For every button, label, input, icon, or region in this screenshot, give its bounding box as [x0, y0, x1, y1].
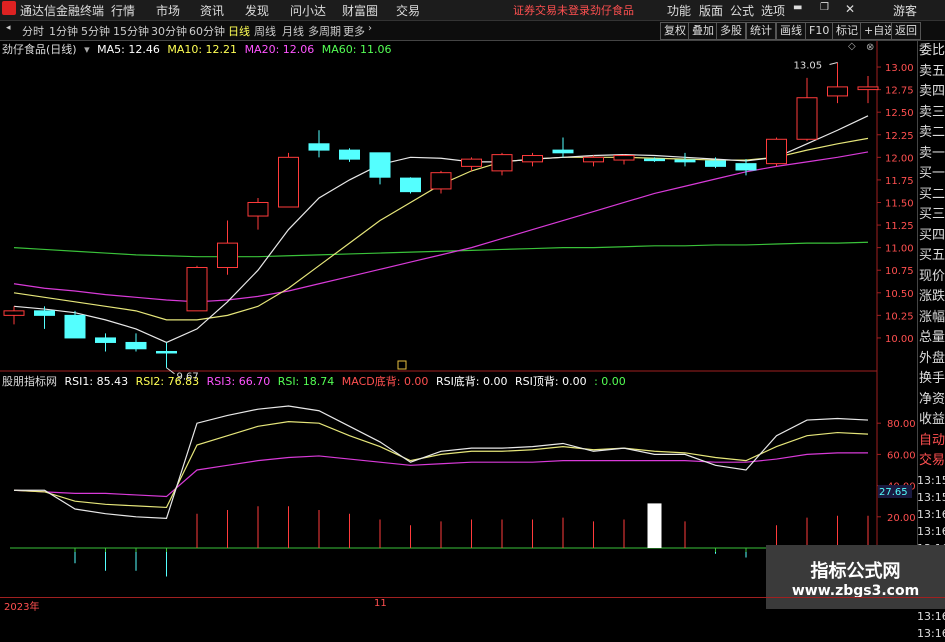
time-item: 13:15 — [917, 473, 945, 487]
candle-body-up — [522, 155, 543, 163]
price-tick-label: 12.50 — [885, 108, 914, 119]
candle-body-down — [64, 314, 86, 339]
side-item-18[interactable]: 收益 — [918, 410, 945, 431]
side-item-3[interactable]: 卖三 — [918, 103, 945, 124]
candle-body-up — [430, 172, 452, 190]
time-item: 13:15 — [917, 490, 945, 504]
time-item: 13:16 — [917, 524, 945, 538]
histogram-highlight-bar — [647, 503, 662, 548]
candle-body-up — [766, 138, 787, 165]
side-lower-item-0[interactable]: 自动 — [918, 431, 945, 452]
side-item-0[interactable]: 委比 — [918, 41, 945, 62]
price-tick-label: 10.25 — [885, 311, 914, 322]
side-item-16[interactable]: 换手 — [918, 369, 945, 390]
candle-body-down — [674, 159, 696, 163]
rsi-tick-label: 20.00 — [887, 513, 916, 524]
price-tick-label: 11.75 — [885, 176, 914, 187]
side-item-11[interactable]: 现价 — [918, 267, 945, 288]
side-item-5[interactable]: 卖一 — [918, 144, 945, 165]
side-item-14[interactable]: 总量 — [918, 328, 945, 349]
candle-body-up — [3, 310, 25, 316]
rsi-tick-label: 60.00 — [887, 450, 916, 461]
candle-body-up — [583, 156, 604, 163]
rsi-current-value: 27.65 — [879, 487, 908, 498]
candle-body-down — [125, 341, 147, 350]
candle-body-down — [705, 160, 726, 167]
rsi-tick-label: 80.00 — [887, 419, 916, 430]
candle-body-down — [339, 149, 360, 160]
candle-body-up — [857, 86, 879, 91]
bottom-axis: 2023年 11 — [0, 597, 945, 613]
price-tick-label: 12.00 — [885, 153, 914, 164]
rsi3-line — [13, 452, 868, 498]
candle-body-down — [95, 337, 116, 343]
price-tick-label: 10.00 — [885, 334, 914, 345]
ma5-line — [13, 115, 869, 344]
candle-body-down — [644, 158, 665, 162]
side-item-2[interactable]: 卖四 — [918, 82, 945, 103]
price-tick-label: 10.75 — [885, 266, 914, 277]
candle-body-up — [461, 158, 482, 167]
candle-body-up — [217, 242, 238, 269]
candle-body-up — [278, 156, 299, 208]
high-price-label: 13.05 — [794, 61, 823, 72]
side-item-15[interactable]: 外盘 — [918, 349, 945, 370]
side-item-1[interactable]: 卖五 — [918, 62, 945, 83]
side-item-4[interactable]: 卖二 — [918, 123, 945, 144]
month-label: 11 — [374, 598, 387, 609]
price-tick-label: 13.00 — [885, 63, 914, 74]
side-item-13[interactable]: 涨幅 — [918, 308, 945, 329]
year-label: 2023年 — [4, 602, 40, 613]
price-tick-label: 11.50 — [885, 198, 914, 209]
candle-body-up — [827, 86, 848, 97]
side-item-10[interactable]: 买五 — [918, 246, 945, 267]
side-item-12[interactable]: 涨跌 — [918, 287, 945, 308]
candle-body-down — [34, 310, 55, 316]
price-tick-label: 10.50 — [885, 289, 914, 300]
candle-body-up — [186, 267, 208, 312]
side-item-6[interactable]: 买一 — [918, 164, 945, 185]
candle-body-down — [369, 152, 391, 178]
candle-body-down — [552, 149, 574, 154]
candle-body-up — [796, 97, 818, 140]
candle-body-down — [735, 163, 757, 171]
time-item: 13:16 — [917, 609, 945, 623]
kline-chart[interactable]: 13.00 12.75 12.50 12.25 12.00 11.75 11.50 11.25… — [0, 0, 945, 609]
price-tick-label: 12.25 — [885, 131, 914, 142]
watermark-title: 指标公式网 — [810, 561, 901, 582]
low-price-label: 9.67 — [177, 372, 199, 383]
candle-body-down — [400, 177, 421, 193]
rsi2-line — [13, 421, 869, 509]
high-pointer — [829, 62, 838, 66]
time-item: 13:16 — [917, 507, 945, 521]
price-tick-label: 11.00 — [885, 244, 914, 255]
side-item-17[interactable]: 净资 — [918, 390, 945, 411]
side-lower-item-1[interactable]: 交易 — [918, 451, 945, 472]
side-item-7[interactable]: 买二 — [918, 185, 945, 206]
candle-body-down — [308, 143, 330, 151]
side-item-8[interactable]: 买三 — [918, 205, 945, 226]
side-item-9[interactable]: 买四 — [918, 226, 945, 247]
candle-body-up — [247, 201, 269, 217]
price-tick-label: 11.25 — [885, 221, 914, 232]
candle-body-down — [156, 350, 177, 354]
candle-body-up — [613, 155, 635, 161]
event-marker-icon — [397, 360, 407, 370]
price-tick-label: 12.75 — [885, 86, 914, 97]
time-item: 13:16 — [917, 626, 945, 640]
candle-body-up — [491, 154, 513, 172]
